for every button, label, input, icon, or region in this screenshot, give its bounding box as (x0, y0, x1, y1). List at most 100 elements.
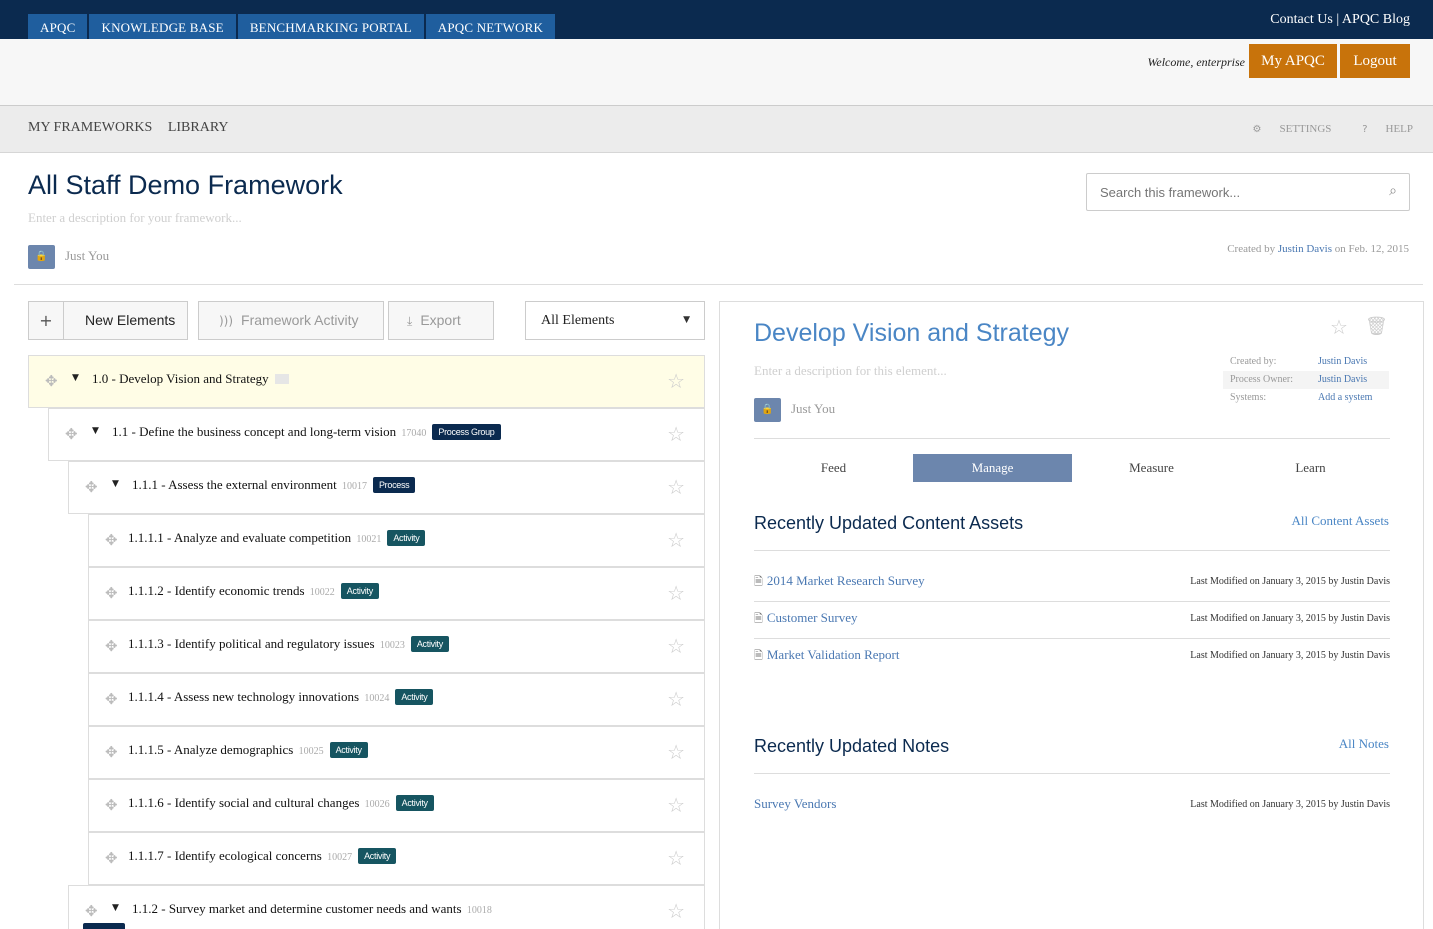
element-type-badge: Activity (395, 689, 434, 705)
top-nav-tab-apqc[interactable]: APQC (28, 14, 88, 39)
content-assets-title: Recently Updated Content Assets (754, 513, 1024, 533)
star-icon[interactable]: ☆ (667, 740, 685, 764)
lock-icon[interactable]: 🔒 (28, 245, 55, 269)
element-type-badge: Activity (395, 795, 434, 811)
tree-row[interactable]: ✥ 1.1.1.7 - Identify ecological concerns… (88, 832, 705, 885)
drag-handle-icon[interactable]: ✥ (85, 902, 98, 920)
framework-activity-button[interactable]: ))) Framework Activity (198, 301, 384, 340)
top-nav-tab-knowledge-base[interactable]: KNOWLEDGE BASE (89, 14, 236, 39)
element-description[interactable]: Enter a description for this element... (754, 363, 947, 379)
word-file-icon: 🗎 (754, 612, 763, 625)
new-elements-button[interactable]: + New Elements (28, 301, 188, 340)
element-id: 10024 (364, 693, 390, 704)
tree-row[interactable]: ✥ 1.1.1.4 - Assess new technology innova… (88, 673, 705, 726)
trash-icon[interactable]: 🗑 (1365, 316, 1388, 337)
new-elements-label: New Elements (85, 312, 176, 328)
drag-handle-icon[interactable]: ✥ (105, 690, 118, 708)
tree-row[interactable]: ✥ 1.1.1.2 - Identify economic trends 100… (88, 567, 705, 620)
library-link[interactable]: LIBRARY (168, 120, 229, 135)
star-icon[interactable]: ☆ (667, 369, 685, 393)
contact-us-link[interactable]: Contact Us (1270, 12, 1333, 27)
logout-button[interactable]: Logout (1340, 44, 1410, 78)
top-nav: APQC KNOWLEDGE BASE BENCHMARKING PORTAL … (28, 14, 557, 39)
tree-row[interactable]: ✥ 1.1.1.1 - Analyze and evaluate competi… (88, 514, 705, 567)
star-icon[interactable]: ☆ (667, 846, 685, 870)
star-icon[interactable]: ☆ (667, 899, 685, 923)
star-icon[interactable]: ☆ (667, 475, 685, 499)
all-content-assets-link[interactable]: All Content Assets (1291, 513, 1389, 529)
apqc-blog-link[interactable]: APQC Blog (1342, 12, 1410, 27)
star-icon[interactable]: ☆ (667, 687, 685, 711)
top-links: Contact Us | APQC Blog (1270, 12, 1410, 28)
caret-down-icon[interactable]: ▼ (112, 479, 119, 489)
framework-description[interactable]: Enter a description for your framework..… (28, 210, 242, 226)
tree-row-label: 1.1.1.4 - Assess new technology innovati… (128, 689, 434, 705)
tree-row[interactable]: ✥ ▼ 1.1.2 - Survey market and determine … (68, 885, 705, 929)
search-input[interactable] (1087, 174, 1367, 210)
created-prefix: Created by (1227, 243, 1276, 255)
drag-handle-icon[interactable]: ✥ (45, 372, 58, 390)
tree-row-label: 1.1.1.7 - Identify ecological concerns 1… (128, 848, 397, 864)
top-nav-tab-apqc-network[interactable]: APQC NETWORK (425, 14, 556, 39)
drag-handle-icon[interactable]: ✥ (105, 531, 118, 549)
tab-manage[interactable]: Manage (913, 454, 1072, 482)
meta-key: Process Owner: (1230, 374, 1294, 385)
search-icon[interactable]: ⌕ (1389, 183, 1397, 199)
asset-link[interactable]: Market Validation Report (767, 647, 900, 662)
element-filter-select[interactable]: All Elements ▼ (525, 301, 705, 340)
star-icon[interactable]: ☆ (667, 528, 685, 552)
element-id: 10026 (364, 799, 390, 810)
list-item: 🗎 2014 Market Research Survey Last Modifi… (754, 565, 1390, 602)
note-link[interactable]: Survey Vendors (754, 796, 836, 812)
tree-row[interactable]: ✥ ▼ 1.1.1 - Assess the external environm… (68, 461, 705, 514)
download-icon: ⤓ (407, 314, 413, 328)
tree-row-label: 1.1.1 - Assess the external environment … (132, 477, 416, 493)
tree-row[interactable]: ✥ 1.1.1.6 - Identify social and cultural… (88, 779, 705, 832)
process-owner-link[interactable]: Justin Davis (1318, 371, 1367, 389)
help-link[interactable]: ? HELP (1348, 123, 1413, 135)
drag-handle-icon[interactable]: ✥ (105, 796, 118, 814)
asset-link[interactable]: Customer Survey (767, 610, 858, 625)
drag-handle-icon[interactable]: ✥ (105, 637, 118, 655)
created-by-link[interactable]: Justin Davis (1318, 353, 1367, 371)
list-item: 🗎 Customer Survey Last Modified on Januar… (754, 602, 1390, 639)
caret-down-icon[interactable]: ▼ (92, 426, 99, 436)
tree-row-label: 1.1.1.5 - Analyze demographics 10025 Acti… (128, 742, 368, 758)
my-apqc-button[interactable]: My APQC (1249, 44, 1337, 78)
drag-handle-icon[interactable]: ✥ (105, 584, 118, 602)
caret-down-icon[interactable]: ▼ (72, 373, 79, 383)
tree-row[interactable]: ✥ 1.1.1.5 - Analyze demographics 10025 Ac… (88, 726, 705, 779)
tab-learn[interactable]: Learn (1231, 454, 1390, 482)
tab-feed[interactable]: Feed (754, 454, 913, 482)
tree-row[interactable]: ✥ ▼ 1.1 - Define the business concept an… (48, 408, 705, 461)
star-icon[interactable]: ☆ (667, 793, 685, 817)
star-icon[interactable]: ☆ (1330, 315, 1348, 339)
element-id: 10021 (356, 534, 382, 545)
drag-handle-icon[interactable]: ✥ (105, 743, 118, 761)
tree-row-label: 1.1.1.2 - Identify economic trends 10022… (128, 583, 379, 599)
caret-down-icon[interactable]: ▼ (112, 903, 119, 913)
star-icon[interactable]: ☆ (667, 422, 685, 446)
tree-row[interactable]: ✥ ▼ 1.0 - Develop Vision and Strategy ☆ (28, 355, 705, 408)
tab-measure[interactable]: Measure (1072, 454, 1231, 482)
divider (754, 550, 1390, 551)
drag-handle-icon[interactable]: ✥ (105, 849, 118, 867)
lock-icon[interactable]: 🔒 (754, 398, 781, 422)
asset-modified: Last Modified on January 3, 2015 by Just… (1190, 613, 1390, 624)
drag-handle-icon[interactable]: ✥ (85, 478, 98, 496)
star-icon[interactable]: ☆ (667, 581, 685, 605)
star-icon[interactable]: ☆ (667, 634, 685, 658)
created-by-link[interactable]: Justin Davis (1278, 243, 1332, 255)
gear-icon: ⚙ (1252, 124, 1262, 135)
top-nav-tab-benchmarking-portal[interactable]: BENCHMARKING PORTAL (237, 14, 424, 39)
all-notes-link[interactable]: All Notes (1339, 736, 1389, 752)
drag-handle-icon[interactable]: ✥ (65, 425, 78, 443)
tree-row[interactable]: ✥ 1.1.1.3 - Identify political and regul… (88, 620, 705, 673)
my-frameworks-link[interactable]: MY FRAMEWORKS (28, 120, 152, 135)
settings-link[interactable]: ⚙ SETTINGS (1239, 123, 1332, 135)
element-type-badge: Activity (340, 583, 379, 599)
export-button[interactable]: ⤓ Export (388, 301, 494, 340)
add-system-link[interactable]: Add a system (1318, 389, 1372, 407)
asset-link[interactable]: 2014 Market Research Survey (767, 573, 925, 588)
element-type-badge: Process (372, 477, 416, 493)
